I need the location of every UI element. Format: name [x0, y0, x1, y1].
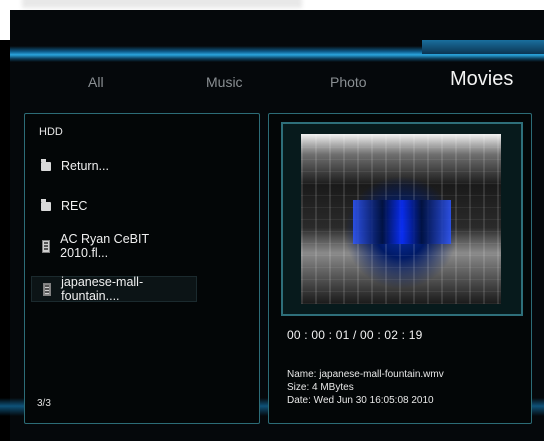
list-item-return[interactable]: Return... [31, 154, 195, 178]
list-item-rec[interactable]: REC [31, 194, 195, 218]
header-glow-highlight [422, 40, 544, 54]
tab-all[interactable]: All [88, 74, 104, 90]
media-tabs: All Music Photo Movies [10, 66, 544, 102]
video-file-icon [36, 281, 57, 297]
tab-photo[interactable]: Photo [330, 74, 367, 90]
video-preview-frame [281, 122, 523, 316]
folder-icon [35, 198, 57, 214]
preview-panel: 00 : 00 : 01 / 00 : 02 : 19 Name: japane… [268, 113, 532, 424]
playback-time: 00 : 00 : 01 / 00 : 02 : 19 [287, 328, 423, 342]
file-size: Size: 4 MBytes [287, 382, 354, 393]
file-info: Name: japanese-mall-fountain.wmv Size: 4… [287, 368, 444, 407]
video-file-icon [35, 238, 56, 254]
folder-icon [35, 158, 57, 174]
file-list-panel: HDD Return... REC AC Ryan CeBIT 2010.fl.… [24, 113, 260, 424]
list-item-label: japanese-mall-fountain.... [61, 275, 144, 303]
location-label: HDD [39, 126, 63, 138]
list-item-japanese-mall[interactable]: japanese-mall-fountain.... [31, 275, 197, 303]
file-name: Name: japanese-mall-fountain.wmv [287, 369, 444, 380]
list-item-label: Return... [61, 159, 109, 173]
list-item-label: REC [61, 199, 88, 213]
tab-movies[interactable]: Movies [450, 68, 513, 91]
video-thumbnail [301, 134, 501, 304]
file-date: Date: Wed Jun 30 16:05:08 2010 [287, 395, 434, 406]
list-item-label: AC Ryan CeBIT 2010.fl... [60, 232, 149, 260]
page-counter: 3/3 [37, 398, 51, 409]
tab-music[interactable]: Music [206, 74, 243, 90]
list-item-ac-ryan[interactable]: AC Ryan CeBIT 2010.fl... [31, 232, 195, 260]
ghost-text-artifact [22, 0, 302, 8]
